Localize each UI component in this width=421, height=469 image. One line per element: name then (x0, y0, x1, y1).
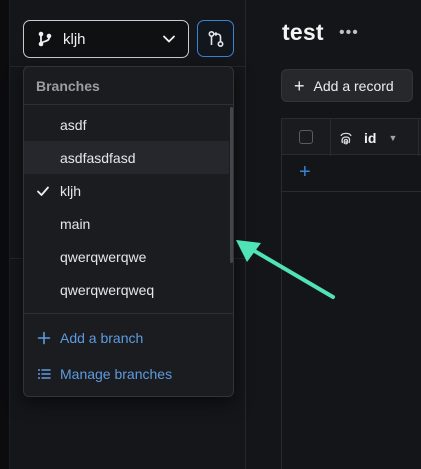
fingerprint-icon (340, 132, 352, 144)
branch-name: asdfasdfasd (60, 149, 136, 166)
branch-name: main (60, 215, 91, 232)
caret-down-icon: ▼ (388, 132, 398, 143)
dropdown-header: Branches (36, 78, 100, 94)
manage-branches-label: Manage branches (60, 366, 173, 382)
select-all-checkbox[interactable] (299, 130, 313, 144)
more-options-button[interactable]: ••• (339, 24, 359, 42)
plus-icon (37, 331, 51, 345)
table-header: id ▼ (282, 118, 421, 156)
branch-item[interactable]: qwerqwerqweq (24, 273, 229, 306)
branch-name: qwerqwerqwe (60, 248, 147, 265)
divider (24, 104, 233, 105)
add-record-button[interactable]: + Add a record (281, 69, 413, 102)
current-branch-label: kljh (63, 30, 86, 48)
branch-item[interactable]: qwerqwerqwe (24, 240, 229, 273)
checkmark-icon (37, 186, 49, 196)
branch-item-selected[interactable]: kljh (24, 174, 229, 207)
git-branch-icon (38, 31, 52, 47)
plus-icon: + (294, 75, 305, 96)
column-divider (418, 119, 419, 156)
window-edge (0, 0, 10, 469)
add-row-button[interactable]: + (299, 162, 311, 182)
git-compare-icon (207, 30, 224, 47)
branch-selector[interactable]: kljh (23, 20, 189, 58)
column-label: id (364, 129, 377, 146)
column-header-id[interactable]: id ▼ (338, 119, 397, 156)
compare-branches-button[interactable] (197, 20, 234, 57)
column-divider (330, 119, 331, 156)
add-record-label: Add a record (313, 77, 394, 94)
branch-item[interactable]: main (24, 207, 229, 240)
branch-name: kljh (60, 182, 82, 199)
divider (24, 313, 233, 314)
add-branch-button[interactable]: Add a branch (24, 321, 233, 355)
manage-branches-button[interactable]: Manage branches (24, 357, 233, 391)
branch-name: asdf (60, 116, 87, 133)
branch-item[interactable]: asdf (24, 108, 229, 141)
branch-name: qwerqwerqweq (60, 281, 155, 298)
branch-item[interactable]: asdfasdfasd (24, 141, 229, 174)
page-title: test (282, 19, 324, 45)
add-row: + (282, 155, 421, 192)
add-branch-label: Add a branch (60, 330, 144, 346)
annotation-arrow-icon (236, 240, 335, 299)
list-icon (38, 369, 51, 379)
branch-dropdown-menu: Branches asdf asdfasdfasd kljh main qwer… (23, 66, 234, 397)
chevron-down-icon (163, 35, 175, 43)
